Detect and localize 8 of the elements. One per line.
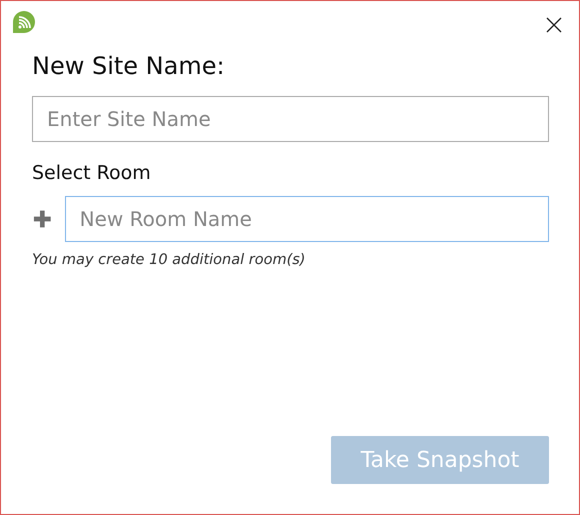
site-name-field[interactable]: Enter Site Name (32, 96, 549, 142)
close-button[interactable] (545, 16, 563, 34)
site-name-heading: New Site Name: (32, 52, 226, 82)
wifi-logo-icon (12, 10, 36, 34)
rooms-remaining-note: You may create 10 additional room(s) (32, 252, 306, 268)
plus-icon[interactable] (33, 209, 52, 229)
room-name-field[interactable]: New Room Name (64, 196, 549, 242)
select-room-label: Select Room (32, 162, 152, 186)
